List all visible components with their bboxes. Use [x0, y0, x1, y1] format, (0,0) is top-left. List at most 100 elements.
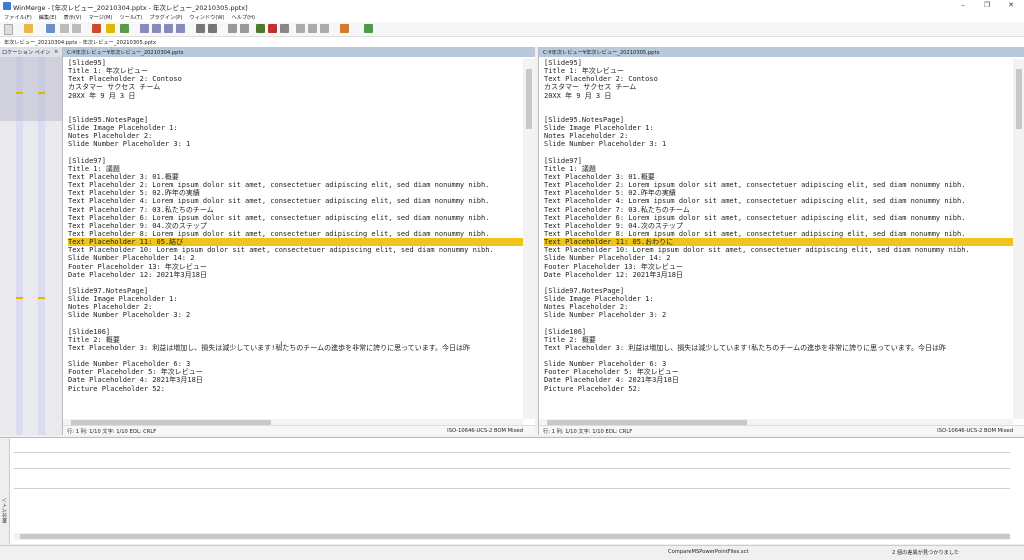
plugin-icon[interactable]: [364, 24, 373, 33]
text-line: Notes Placeholder 2:: [68, 132, 153, 141]
menu-item[interactable]: ウィンドウ(W): [189, 14, 224, 21]
options-icon[interactable]: [106, 24, 115, 33]
refresh-icon[interactable]: [92, 24, 101, 33]
right-status-bar: 行: 1 列: 1/10 文字: 1/10 EOL: CRLF ISO-1064…: [539, 425, 1024, 435]
text-line: [544, 149, 1013, 157]
left-only-icon[interactable]: [296, 24, 305, 33]
merge-all-icon[interactable]: [240, 24, 249, 33]
undo-icon[interactable]: [60, 24, 69, 33]
right-only-icon[interactable]: [308, 24, 317, 33]
right-pane-header: C:¥年次レビュー¥年次レビュー_20210305.pptx: [539, 47, 1024, 57]
text-line: Notes Placeholder 2:: [544, 132, 629, 141]
menu-item[interactable]: ファイル(F): [4, 14, 32, 21]
text-line: Text Placeholder 10: Lorem ipsum dolor s…: [68, 246, 494, 255]
left-status-bar: 行: 1 列: 1/10 文字: 1/10 EOL: CRLF ISO-1064…: [63, 425, 535, 435]
stop-icon[interactable]: [268, 24, 277, 33]
text-line: Text Placeholder 7: 03.私たちのチーム: [68, 205, 214, 214]
text-line: Picture Placeholder 52:: [544, 384, 641, 393]
mouse-ibeam-cursor: I: [280, 341, 283, 351]
text-line: Text Placeholder 6: Lorem ipsum dolor si…: [544, 213, 966, 222]
text-line: [544, 108, 1013, 116]
text-line: Notes Placeholder 2:: [68, 303, 153, 312]
close-location-pane-icon[interactable]: ×: [54, 49, 58, 55]
menu-item[interactable]: ヘルプ(H): [232, 14, 256, 21]
diff-pane-row-divider: [14, 488, 1010, 489]
text-line: Title 1: 議題: [544, 164, 596, 173]
minimize-button[interactable]: –: [956, 1, 970, 9]
open-folder-icon[interactable]: [24, 24, 33, 33]
text-line: Slide Image Placeholder 1:: [544, 124, 654, 133]
left-status-position: 行: 1 列: 1/10 文字: 1/10 EOL: CRLF: [67, 429, 157, 435]
right-vertical-scrollbar[interactable]: [1013, 59, 1024, 419]
diff-pane-horizontal-scrollbar[interactable]: [14, 533, 1010, 540]
prev-diff-icon[interactable]: [152, 24, 161, 33]
text-line: Title 1: 年次レビュー: [544, 67, 624, 76]
text-line: [544, 279, 1013, 287]
filter-icon[interactable]: [120, 24, 129, 33]
text-line: カスタマー サクセス チーム: [68, 83, 161, 92]
text-line: Title 1: 年次レビュー: [68, 67, 148, 76]
right-status-encoding: ISO-10646-UCS-2 BOM Mixed: [937, 428, 1013, 434]
compare-icon[interactable]: [256, 24, 265, 33]
close-window-button[interactable]: ✕: [1004, 1, 1018, 9]
diff-pane: 差分ペイン: [0, 437, 1024, 544]
text-line: カスタマー サクセス チーム: [544, 83, 637, 92]
text-line: [68, 279, 523, 287]
text-line: Text Placeholder 3: 01.概要: [68, 172, 179, 181]
diff-pane-sidebar: 差分ペイン: [0, 438, 10, 544]
menu-item[interactable]: ツール(T): [119, 14, 142, 21]
text-line: [Slide97]: [68, 156, 106, 165]
menu-item[interactable]: マージ(M): [88, 14, 112, 21]
diff-line-highlighted: Text Placeholder 11: 05.結び: [68, 238, 523, 247]
left-file-path: C:¥年次レビュー¥年次レビュー_20210304.pptx: [67, 50, 184, 56]
text-line: Text Placeholder 5: 02.昨年の実績: [544, 189, 676, 198]
text-line: [68, 352, 523, 360]
text-line: Date Placeholder 12: 2021年3月18日: [68, 270, 208, 279]
text-line: Title 2: 概要: [68, 335, 120, 344]
text-line: [68, 100, 523, 108]
both-icon[interactable]: [320, 24, 329, 33]
color-icon[interactable]: [340, 24, 349, 33]
first-diff-icon[interactable]: [140, 24, 149, 33]
text-line: Text Placeholder 10: Lorem ipsum dolor s…: [544, 246, 970, 255]
menu-item[interactable]: プラグイン(P): [149, 14, 182, 21]
text-line: Title 1: 議題: [68, 164, 120, 173]
text-line: Notes Placeholder 2:: [544, 303, 629, 312]
location-viewport[interactable]: [0, 57, 62, 121]
diff-marker: [38, 92, 45, 94]
location-pane: ロケーション ペイン ×: [0, 47, 63, 435]
next-diff-icon[interactable]: [164, 24, 173, 33]
text-line: Text Placeholder 9: 04.次のステップ: [68, 221, 207, 230]
text-line: [544, 352, 1013, 360]
copy-right-icon[interactable]: [196, 24, 205, 33]
save-icon[interactable]: [46, 24, 55, 33]
menu-item[interactable]: 表示(V): [64, 14, 82, 21]
copy-left-icon[interactable]: [208, 24, 217, 33]
new-file-icon[interactable]: [4, 24, 13, 35]
diff-pane-icon[interactable]: [280, 24, 289, 33]
menu-item[interactable]: 編集(E): [39, 14, 57, 21]
text-line: [Slide106]: [544, 327, 587, 336]
text-line: [68, 320, 523, 328]
text-line: Footer Placeholder 13: 年次レビュー: [68, 262, 207, 271]
right-file-path: C:¥年次レビュー¥年次レビュー_20210305.pptx: [543, 50, 660, 56]
redo-icon[interactable]: [72, 24, 81, 33]
location-pane-title: ロケーション ペイン: [2, 50, 51, 56]
text-line: Text Placeholder 3: 01.概要: [544, 172, 655, 181]
text-line: 20XX 年 9 月 3 日: [68, 91, 136, 100]
left-vertical-scrollbar[interactable]: [523, 59, 535, 419]
text-line: Date Placeholder 4: 2021年3月18日: [68, 376, 203, 385]
right-text-editor[interactable]: [Slide95] Title 1: 年次レビュー Text Placeholder…: [539, 59, 1013, 419]
last-diff-icon[interactable]: [176, 24, 185, 33]
document-tab[interactable]: 年次レビュー_20210304.pptx - 年次レビュー_20210305.p…: [0, 37, 1024, 47]
text-line: [Slide97]: [544, 156, 582, 165]
diff-line-highlighted: Text Placeholder 11: 05.おわりに: [544, 238, 1013, 247]
text-line: Text Placeholder 3: 利益は増加し、損失は減少しています!私た…: [68, 343, 471, 352]
menu-bar: ファイル(F) 編集(E) 表示(V) マージ(M) ツール(T) プラグイン(P) ウィン…: [0, 12, 1024, 22]
text-line: Text Placeholder 4: Lorem ipsum dolor si…: [68, 197, 490, 206]
text-line: [Slide95]: [544, 59, 582, 67]
maximize-button[interactable]: ❐: [980, 1, 994, 9]
left-text-editor[interactable]: [Slide95] Title 1: 年次レビュー Text Placeholder…: [63, 59, 523, 419]
merge-icon[interactable]: [228, 24, 237, 33]
text-line: [Slide97.NotesPage]: [68, 286, 149, 295]
